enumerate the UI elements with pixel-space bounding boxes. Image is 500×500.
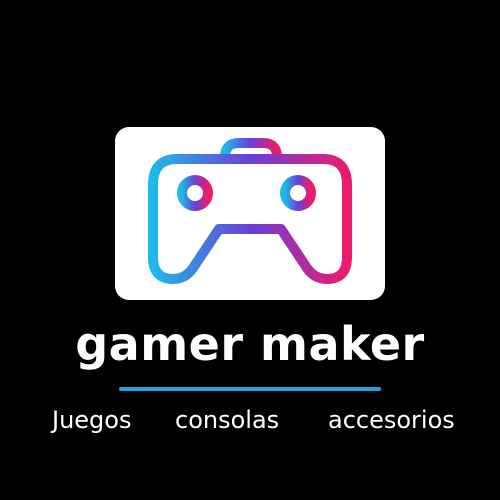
category-juegos: Juegos: [52, 406, 132, 434]
category-list: Juegos consolas accesorios: [52, 400, 492, 440]
logo-card: [115, 127, 385, 300]
brand-name: gamer maker: [75, 317, 425, 371]
category-accesorios: accesorios: [328, 406, 455, 434]
category-consolas: consolas: [175, 406, 280, 434]
gamepad-icon: [148, 138, 352, 284]
logo-canvas: { "brand": { "name": "gamer maker", "ico…: [0, 0, 500, 500]
divider-line: [119, 387, 381, 391]
